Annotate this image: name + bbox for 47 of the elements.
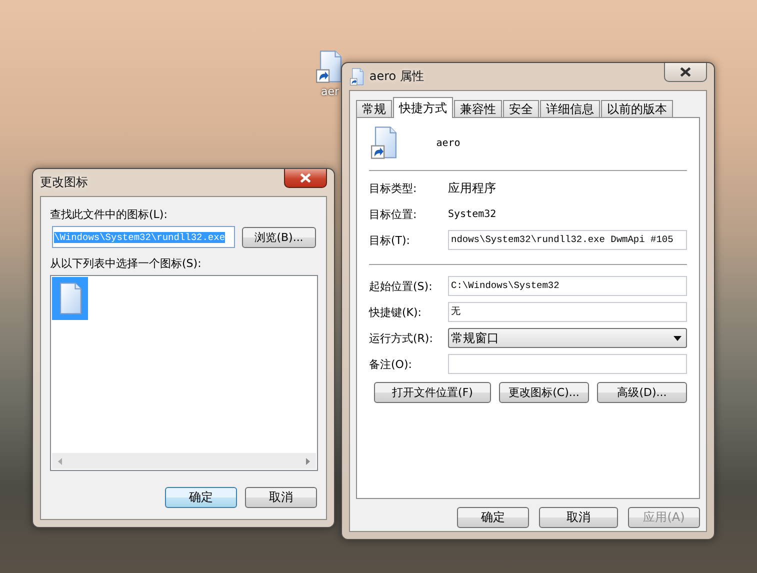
- field-label: 快捷键(K):: [369, 304, 423, 320]
- close-icon: [680, 66, 691, 76]
- close-button[interactable]: [284, 168, 327, 188]
- icon-item[interactable]: [52, 277, 88, 320]
- close-icon: [300, 172, 311, 182]
- scroll-left-icon[interactable]: [58, 458, 62, 464]
- dropdown-arrow-icon: [673, 336, 682, 340]
- text-field[interactable]: ndows\System32\rundll32.exe DwmApi #105: [448, 230, 687, 250]
- field-label: 目标位置:: [369, 206, 418, 222]
- field-label: 备注(O):: [369, 356, 413, 372]
- field-label: 起始位置(S):: [369, 278, 434, 294]
- action-button[interactable]: 高级(D)...: [597, 382, 687, 403]
- dialog-button[interactable]: 取消: [539, 507, 618, 528]
- icon-list[interactable]: [50, 275, 318, 471]
- action-button[interactable]: 打开文件位置(F): [374, 382, 491, 403]
- dialog-button[interactable]: 确定: [165, 487, 237, 508]
- list-label: 从以下列表中选择一个图标(S):: [50, 256, 202, 271]
- field-label: 目标(T):: [369, 232, 412, 248]
- field-label: 目标类型:: [369, 180, 418, 196]
- dialog-button[interactable]: 确定: [457, 507, 529, 528]
- tab[interactable]: 兼容性: [454, 100, 502, 117]
- tab[interactable]: 以前的版本: [601, 100, 673, 117]
- field-label: 查找此文件中的图标(L):: [50, 207, 168, 222]
- action-button[interactable]: 更改图标(C)...: [499, 382, 589, 403]
- tab[interactable]: 安全: [503, 100, 539, 117]
- shortcut-file-icon: [371, 126, 398, 160]
- shortcut-file-icon: [350, 68, 364, 86]
- text-field[interactable]: C:\Windows\System32: [448, 276, 687, 296]
- field-value: 应用程序: [448, 180, 496, 196]
- browse-button[interactable]: 浏览(B)...: [242, 226, 316, 248]
- text-field[interactable]: [448, 354, 687, 374]
- dialog-button[interactable]: 取消: [245, 487, 317, 508]
- shortcut-file-icon: [316, 50, 344, 84]
- dropdown-value: 常规窗口: [451, 330, 499, 346]
- field-label: 运行方式(R):: [369, 330, 434, 346]
- dropdown[interactable]: 常规窗口: [448, 328, 687, 348]
- tab[interactable]: 详细信息: [540, 100, 600, 117]
- close-button[interactable]: [664, 62, 707, 82]
- window-title: 更改图标: [40, 174, 89, 191]
- scroll-right-icon[interactable]: [306, 458, 310, 464]
- file-name: aero: [436, 138, 460, 148]
- text-field[interactable]: 无: [448, 302, 687, 322]
- horizontal-scrollbar[interactable]: [52, 453, 316, 469]
- field-value: System32: [448, 208, 496, 220]
- window-title: aero 属性: [369, 68, 425, 85]
- tab[interactable]: 快捷方式: [393, 97, 453, 118]
- tab[interactable]: 常规: [356, 100, 392, 117]
